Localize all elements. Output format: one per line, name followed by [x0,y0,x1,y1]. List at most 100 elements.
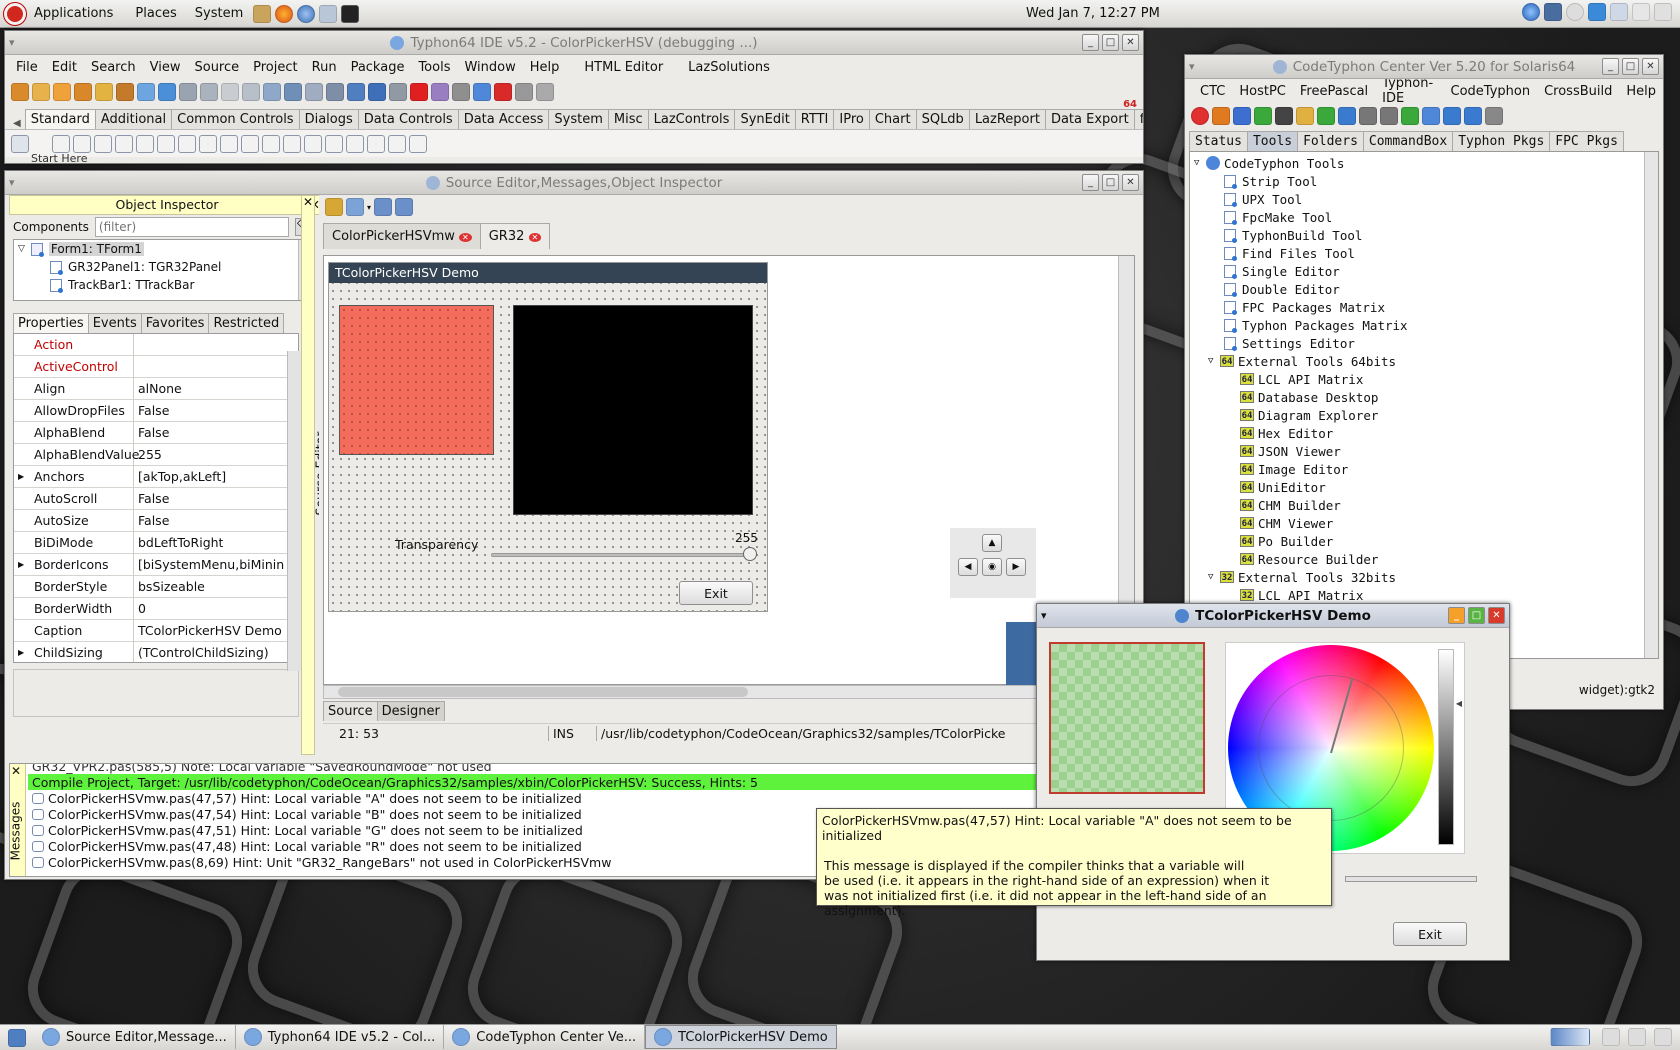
hsv-picker-panel[interactable] [513,305,753,515]
message-partial[interactable]: GR32_VPR2.pas(585,5) Note: Local variabl… [28,764,1140,774]
inspector-tab-restricted[interactable]: Restricted [208,313,285,333]
maximize-button[interactable]: □ [1102,34,1119,51]
tree-root[interactable]: ▽ CodeTyphon Tools [1194,154,1658,172]
center-icon[interactable]: ◉ [982,558,1002,576]
task-item-codetyphon-center-ve[interactable]: CodeTyphon Center Ve... [444,1025,646,1049]
menu-source[interactable]: Source [187,60,246,75]
property-row[interactable]: BiDiMode bdLeftToRight [14,532,298,554]
tree-item-form1[interactable]: Form1: TForm1 [48,242,144,256]
task-item-source-editor-messag[interactable]: Source Editor,Message... [34,1025,236,1049]
run-icon[interactable] [368,83,386,101]
close-icon[interactable]: ✕ [303,195,313,209]
open-icon[interactable] [346,198,364,216]
tree-ext64-diagram-explorer[interactable]: 64 Diagram Explorer [1194,406,1658,424]
center-tab-tools[interactable]: Tools [1246,131,1299,151]
step-into-icon[interactable] [431,83,449,101]
build-icon[interactable] [1359,107,1377,125]
tree-tool-upx-tool[interactable]: UPX Tool [1194,190,1658,208]
tab-source[interactable]: Source [323,701,378,721]
property-value[interactable]: False [134,403,169,418]
save-icon[interactable] [95,83,113,101]
minimize-button[interactable]: _ [1082,34,1099,51]
property-row[interactable]: ▶ ChildSizing (TControlChildSizing) [14,642,298,662]
color-swatch-panel[interactable] [339,305,494,455]
palette-tab-standard[interactable]: Standard [24,109,96,129]
tree-vscrollbar[interactable] [1644,152,1658,658]
show-desktop-icon[interactable] [8,1028,26,1047]
close-tab-icon[interactable]: ✕ [459,233,472,242]
window-menu-icon[interactable]: ▾ [9,36,15,49]
tree-tool-fpc-packages-matrix[interactable]: FPC Packages Matrix [1194,298,1658,316]
folder-icon[interactable] [1296,107,1314,125]
collapse-icon[interactable]: ▽ [1208,356,1220,366]
run-options-icon[interactable] [347,83,365,101]
edit-icon[interactable] [136,134,154,153]
firefox-launcher-icon[interactable] [275,4,294,23]
workspace-switcher-icon[interactable] [1550,1028,1590,1046]
center-menu-help[interactable]: Help [1619,84,1663,99]
center-titlebar[interactable]: ▾ CodeTyphon Center Ver 5.20 for Solaris… [1185,55,1663,79]
tree-ext64-unieditor[interactable]: 64 UniEditor [1194,478,1658,496]
tree-tool-find-files-tool[interactable]: Find Files Tool [1194,244,1658,262]
tree-ext64-image-editor[interactable]: 64 Image Editor [1194,460,1658,478]
ct64-icon[interactable] [1464,107,1482,125]
pointer-icon[interactable] [11,134,29,153]
source-window-titlebar[interactable]: ▾ Source Editor,Messages,Object Inspecto… [5,171,1143,195]
refresh-icon[interactable] [1254,107,1272,125]
view-units-icon[interactable] [263,83,281,101]
workspace-2-icon[interactable] [1602,1028,1620,1046]
back-icon[interactable] [374,198,393,216]
center-menu-typhon-ide[interactable]: Typhon-IDE [1375,76,1443,106]
property-row[interactable]: AutoSize False [14,510,298,532]
inspector-tab-events[interactable]: Events [87,313,142,333]
open-recent-icon[interactable] [74,83,92,101]
menu-help[interactable]: Help [523,60,567,75]
tree-ext64-hex-editor[interactable]: 64 Hex Editor [1194,424,1658,442]
close-button[interactable]: ✕ [1122,34,1139,51]
refresh-launcher-icon[interactable] [319,4,338,23]
open-icon[interactable] [53,83,71,101]
import-icon[interactable] [1317,107,1335,125]
palette-tab-data-access[interactable]: Data Access [457,109,550,129]
toggle-box-icon[interactable] [178,134,196,153]
palette-tab-lazreport[interactable]: LazReport [968,109,1046,129]
transparency-trackbar[interactable] [491,553,751,557]
system-logo-icon[interactable] [3,1,27,26]
property-row[interactable]: BorderWidth 0 [14,598,298,620]
close-button[interactable]: ✕ [1122,174,1139,191]
tree-tool-strip-tool[interactable]: Strip Tool [1194,172,1658,190]
property-row[interactable]: ActiveControl [14,356,298,378]
menu-file[interactable]: File [9,60,45,75]
monitor-tray-icon[interactable] [1544,3,1562,21]
compile-icon[interactable] [305,83,323,101]
center-tab-typhon-pkgs[interactable]: Typhon Pkgs [1452,131,1551,151]
export-icon[interactable] [1338,107,1356,125]
property-value[interactable]: [akTop,akLeft] [134,469,226,484]
maximize-button[interactable]: □ [1468,607,1485,624]
collapse-icon[interactable]: ▽ [1194,158,1206,168]
list-box-icon[interactable] [241,134,259,153]
property-row[interactable]: AllowDropFiles False [14,400,298,422]
demo-titlebar[interactable]: ▾ TColorPickerHSV Demo _ □ ✕ [1037,604,1509,628]
terminal-icon[interactable] [1275,107,1293,125]
build-icon[interactable] [326,83,344,101]
property-value[interactable]: 0 [134,601,146,616]
stop-icon[interactable] [410,83,428,101]
uninstall-icon[interactable] [1422,107,1440,125]
task-item-typhon64-ide-v5-2-co[interactable]: Typhon64 IDE v5.2 - Col... [236,1025,445,1049]
property-row[interactable]: ▶ Anchors [akTop,akLeft] [14,466,298,488]
collapse-icon[interactable]: ▽ [1208,572,1220,582]
toggle-form-icon[interactable] [242,83,260,101]
tree-tool-typhon-packages-matrix[interactable]: Typhon Packages Matrix [1194,316,1658,334]
pause-icon[interactable] [389,83,407,101]
sound-tray-icon[interactable] [1632,3,1650,21]
tree-ext32-group[interactable]: ▽ 32 External Tools 32bits [1194,568,1658,586]
minimize-button[interactable]: _ [1082,174,1099,191]
system-menu[interactable]: System [195,6,243,21]
tree-ext64-lcl-api-matrix[interactable]: 64 LCL API Matrix [1194,370,1658,388]
tree-ext32-lcl-api-matrix[interactable]: 32 LCL API Matrix [1194,586,1658,604]
collapse-icon[interactable]: ▽ [18,244,25,254]
tab-gr32[interactable]: GR32 ✕ [479,223,551,249]
typhon-tray-icon[interactable] [1522,3,1540,21]
radio-group-icon[interactable] [325,134,343,153]
